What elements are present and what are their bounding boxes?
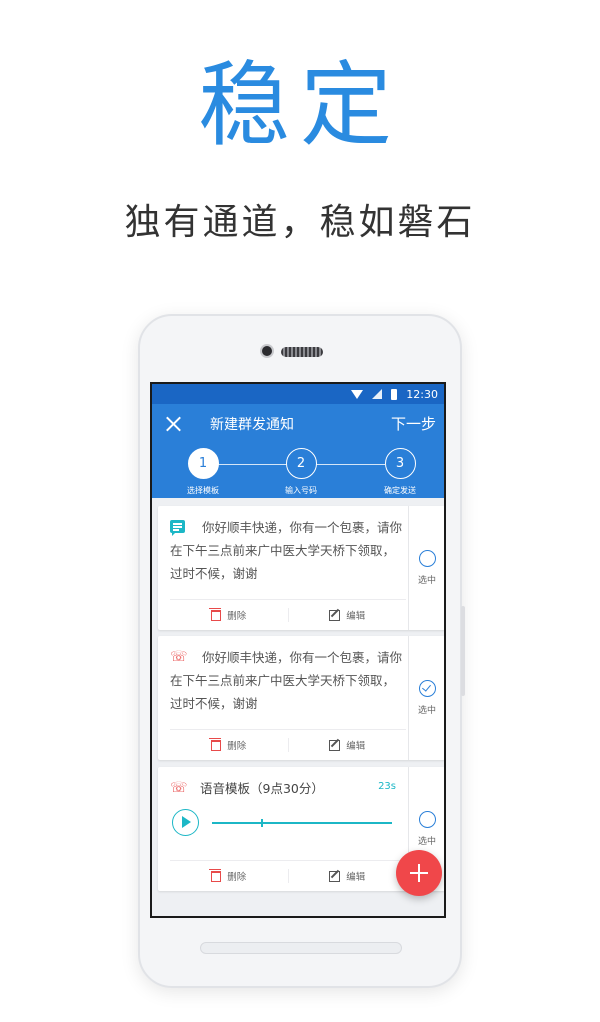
template-card-voice-call[interactable]: ☏ 你好顺丰快递，你有一个包裹，请你在下午三点前来广中医大学天桥下领取，过时不候… — [158, 636, 444, 760]
voice-duration: 23s — [378, 781, 396, 792]
delete-button[interactable]: 删除 — [170, 868, 288, 883]
trash-icon — [209, 737, 222, 751]
step-3-circle: 3 — [384, 448, 416, 479]
voice-template-title: 语音模板（9点30分） — [200, 781, 324, 796]
select-label: 选中 — [417, 706, 436, 716]
radio-unchecked-icon — [418, 811, 436, 828]
edit-icon — [329, 739, 341, 751]
add-template-button[interactable] — [396, 850, 442, 896]
card-actions: 删除 编辑 — [170, 860, 406, 891]
step-3: 3 确定发送 — [355, 448, 444, 496]
status-time: 12:30 — [406, 387, 438, 401]
select-toggle[interactable]: 选中 — [408, 636, 444, 760]
template-text: 你好顺丰快递，你有一个包裹，请你在下午三点前来广中医大学天桥下领取，过时不候，谢… — [170, 650, 403, 711]
play-button[interactable] — [172, 809, 199, 836]
card-actions: 删除 编辑 — [170, 599, 406, 630]
edit-button[interactable]: 编辑 — [287, 738, 407, 752]
edit-icon — [329, 870, 341, 882]
card-actions: 删除 编辑 — [170, 729, 406, 760]
step-2-label: 输入号码 — [285, 486, 317, 495]
edit-label: 编辑 — [346, 872, 366, 883]
hero-subtitle: 独有通道，稳如磐石 — [124, 202, 476, 243]
trash-icon — [209, 607, 222, 621]
template-card-body: ☏ 语音模板（9点30分） 23s 删除 编辑 — [158, 767, 408, 891]
close-icon[interactable] — [162, 412, 186, 436]
step-3-label: 确定发送 — [384, 486, 416, 495]
template-card-body: ☏ 你好顺丰快递，你有一个包裹，请你在下午三点前来广中医大学天桥下领取，过时不候… — [158, 636, 408, 760]
page-title: 新建群发通知 — [210, 417, 294, 433]
step-1-label: 选择模板 — [187, 486, 219, 495]
home-button[interactable] — [200, 942, 402, 954]
delete-button[interactable]: 删除 — [170, 737, 288, 752]
earpiece-speaker — [281, 347, 323, 357]
template-text: 你好顺丰快递，你有一个包裹，请你在下午三点前来广中医大学天桥下领取，过时不候，谢… — [170, 520, 403, 581]
delete-button[interactable]: 删除 — [170, 607, 288, 622]
select-label: 选中 — [417, 837, 436, 847]
next-step-button[interactable]: 下一步 — [391, 413, 436, 434]
select-label: 选中 — [417, 576, 436, 586]
delete-label: 删除 — [227, 611, 247, 622]
edit-label: 编辑 — [346, 741, 366, 752]
template-card-body: 你好顺丰快递，你有一个包裹，请你在下午三点前来广中医大学天桥下领取，过时不候，谢… — [158, 506, 408, 630]
status-bar: 12:30 — [152, 384, 444, 404]
audio-progress-track[interactable] — [212, 819, 392, 827]
phone-screen: 12:30 新建群发通知 下一步 1 选择模板 2 输入号码 3 确定发送 你好… — [150, 382, 446, 918]
edit-label: 编辑 — [346, 611, 366, 622]
hero-title: 稳定 — [197, 52, 402, 159]
signal-icon — [372, 389, 383, 399]
trash-icon — [209, 868, 222, 882]
phone-side-button — [461, 606, 465, 696]
select-toggle[interactable]: 选中 — [408, 506, 444, 630]
step-2: 2 输入号码 — [256, 448, 346, 496]
wifi-icon — [351, 389, 364, 399]
app-bar: 新建群发通知 下一步 1 选择模板 2 输入号码 3 确定发送 — [152, 404, 444, 498]
delete-label: 删除 — [227, 872, 247, 883]
delete-label: 删除 — [227, 741, 247, 752]
audio-progress-knob[interactable] — [260, 819, 263, 827]
step-2-circle: 2 — [285, 448, 317, 479]
battery-icon — [391, 388, 398, 400]
phone-call-icon: ☏ — [170, 780, 188, 796]
step-1-circle: 1 — [187, 448, 219, 479]
template-card-sms[interactable]: 你好顺丰快递，你有一个包裹，请你在下午三点前来广中医大学天桥下领取，过时不候，谢… — [158, 506, 444, 630]
radio-unchecked-icon — [418, 550, 436, 567]
phone-frame: 12:30 新建群发通知 下一步 1 选择模板 2 输入号码 3 确定发送 你好… — [138, 314, 465, 988]
radio-checked-icon — [418, 680, 436, 697]
edit-button[interactable]: 编辑 — [287, 608, 407, 622]
stepper: 1 选择模板 2 输入号码 3 确定发送 — [152, 448, 444, 498]
front-camera — [260, 344, 274, 358]
step-1: 1 选择模板 — [158, 448, 248, 496]
edit-icon — [329, 609, 341, 621]
edit-button[interactable]: 编辑 — [287, 869, 407, 883]
